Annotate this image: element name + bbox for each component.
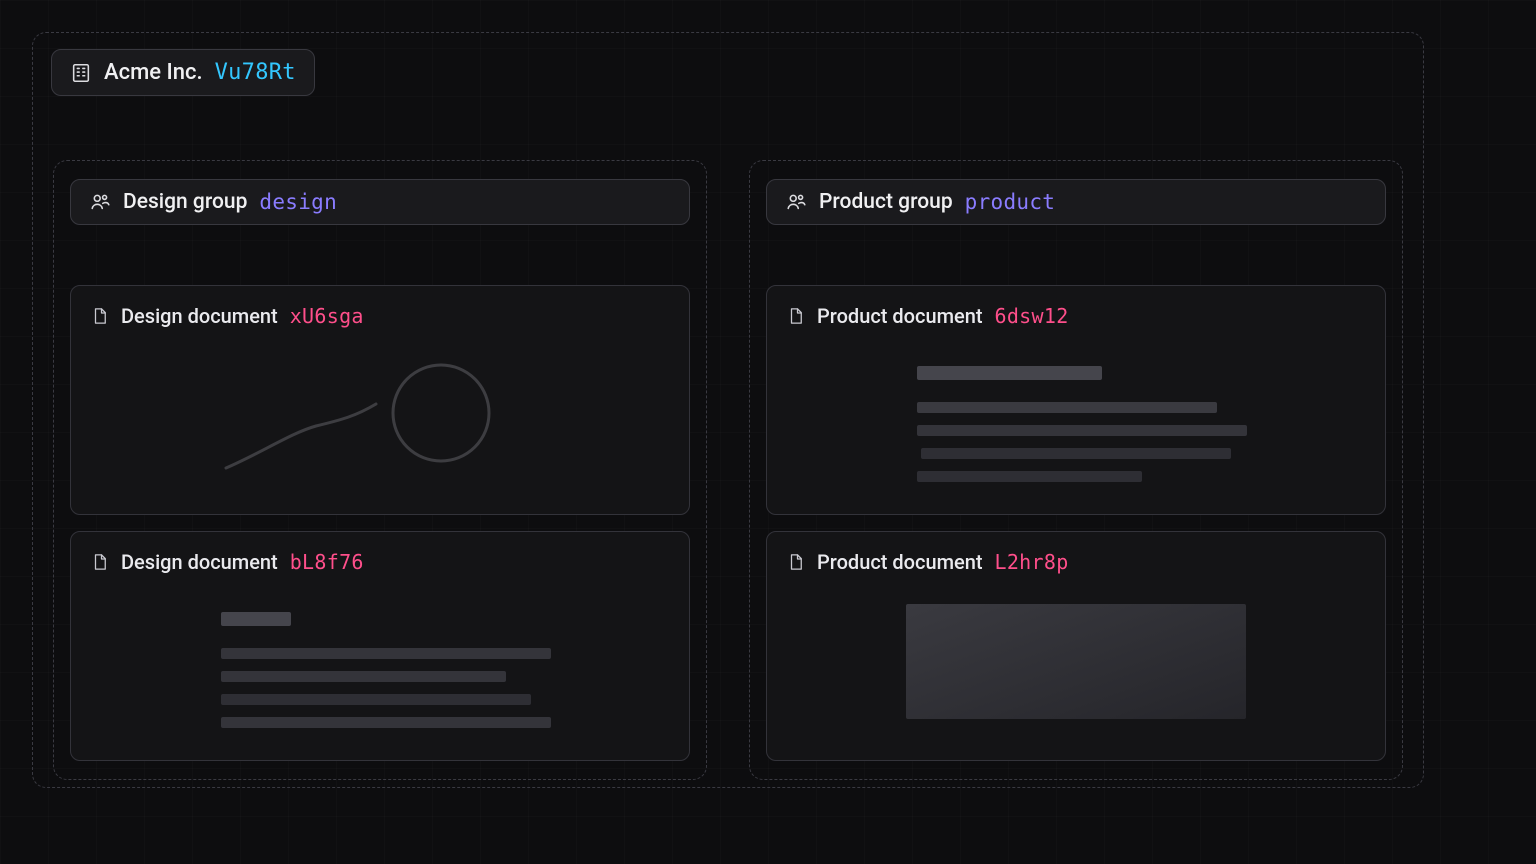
org-name: Acme Inc. (104, 60, 203, 85)
document-card[interactable]: Design document bL8f76 (70, 531, 690, 761)
document-id: xU6sga (290, 304, 364, 328)
document-name: Product document (817, 304, 983, 328)
placeholder-line (917, 471, 1142, 482)
group-chip-design[interactable]: Design group design (70, 179, 690, 225)
document-card[interactable]: Product document 6dsw12 (766, 285, 1386, 515)
placeholder-line (921, 448, 1231, 459)
group-container-product: Product group product Product document 6… (749, 160, 1403, 780)
group-name: Design group (123, 190, 247, 214)
people-icon (785, 191, 807, 213)
building-icon (70, 62, 92, 84)
group-slug: product (965, 190, 1056, 214)
people-icon (89, 191, 111, 213)
groups-row: Design group design Design document xU6s… (51, 160, 1405, 780)
document-icon (787, 306, 805, 326)
group-chip-product[interactable]: Product group product (766, 179, 1386, 225)
document-id: 6dsw12 (995, 304, 1069, 328)
group-container-design: Design group design Design document xU6s… (53, 160, 707, 780)
placeholder-line (221, 694, 531, 705)
document-preview-textlines (91, 612, 669, 740)
image-placeholder (906, 604, 1246, 719)
placeholder-line (221, 671, 506, 682)
docs-stack: Product document 6dsw12 (766, 285, 1386, 763)
placeholder-line (917, 425, 1247, 436)
org-container: Acme Inc. Vu78Rt Design group design D (32, 32, 1424, 788)
docs-stack: Design document xU6sga (70, 285, 690, 763)
document-icon (91, 306, 109, 326)
placeholder-line (221, 648, 551, 659)
document-header: Design document xU6sga (91, 304, 669, 328)
group-name: Product group (819, 190, 953, 214)
document-card[interactable]: Design document xU6sga (70, 285, 690, 515)
placeholder-line (221, 612, 291, 626)
document-icon (91, 552, 109, 572)
document-name: Design document (121, 304, 278, 328)
document-preview-textlines (787, 366, 1365, 494)
placeholder-line (917, 402, 1217, 413)
document-header: Product document L2hr8p (787, 550, 1365, 574)
document-id: bL8f76 (290, 550, 364, 574)
placeholder-line (917, 366, 1102, 380)
document-header: Product document 6dsw12 (787, 304, 1365, 328)
group-slug: design (259, 190, 337, 214)
placeholder-line (221, 717, 551, 728)
document-id: L2hr8p (995, 550, 1069, 574)
document-preview-sketch (91, 348, 669, 494)
document-name: Design document (121, 550, 278, 574)
document-name: Product document (817, 550, 983, 574)
org-chip[interactable]: Acme Inc. Vu78Rt (51, 49, 315, 96)
document-icon (787, 552, 805, 572)
org-id: Vu78Rt (215, 60, 296, 85)
document-card[interactable]: Product document L2hr8p (766, 531, 1386, 761)
document-header: Design document bL8f76 (91, 550, 669, 574)
document-preview-image (787, 604, 1365, 740)
